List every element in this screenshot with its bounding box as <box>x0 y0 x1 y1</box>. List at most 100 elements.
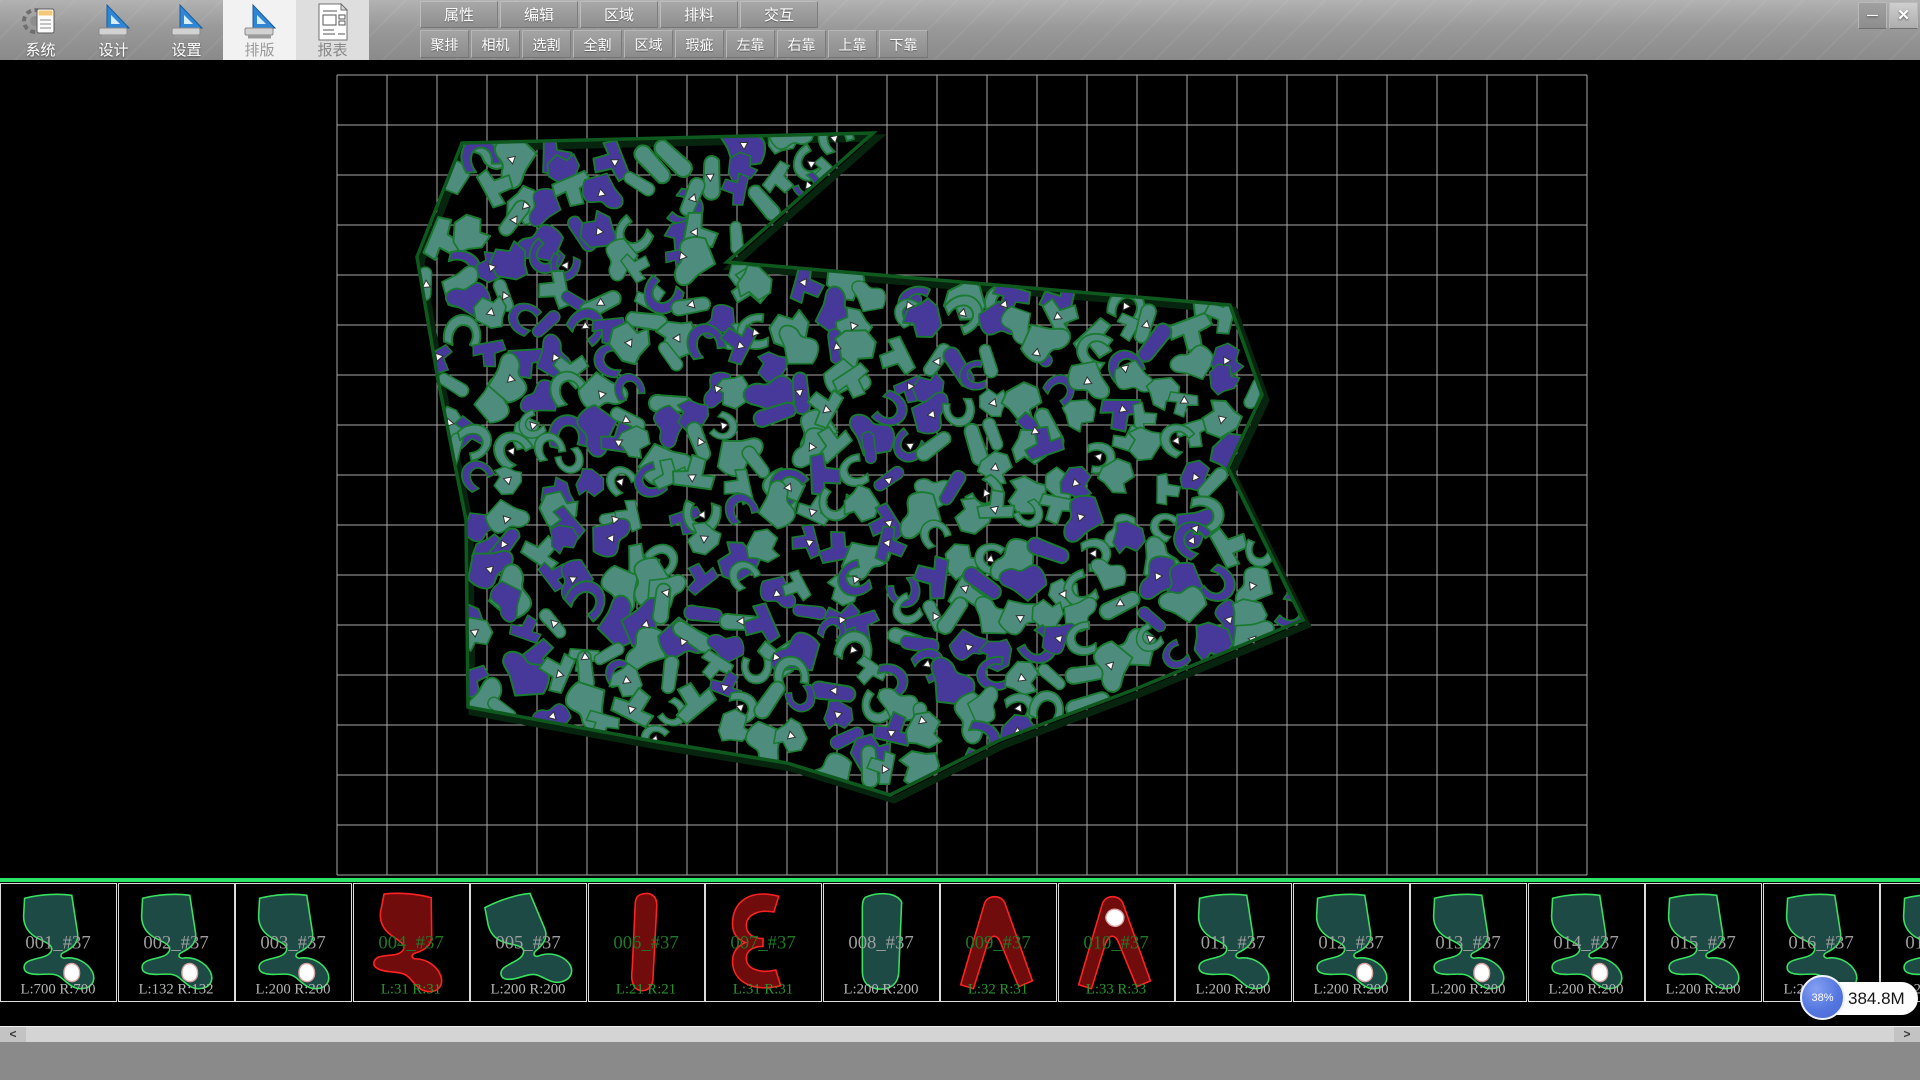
nesting-canvas-area <box>0 60 1920 878</box>
set-square-icon <box>239 2 281 42</box>
part-lr-info: L:21 R:21 <box>615 982 675 998</box>
part-thumbnail-007[interactable]: 007_#37 L:31 R:31 <box>705 883 822 1002</box>
part-shape-preview: 014_#37 L:200 R:200 <box>1529 884 1644 1001</box>
usage-percent-circle: 38% <box>1800 975 1845 1020</box>
part-thumbnail-006[interactable]: 006_#37 L:21 R:21 <box>588 883 705 1002</box>
launcher-button-label: 报表 <box>317 42 347 59</box>
part-name: 005_#37 <box>495 932 560 953</box>
launcher-button-1[interactable]: 系统 <box>4 0 77 60</box>
tool-button-4[interactable]: 全割 <box>573 30 622 58</box>
part-name: 011_#37 <box>1201 932 1266 953</box>
launcher-button-5[interactable]: 报表 <box>296 0 369 60</box>
strip-top-divider <box>0 878 1920 882</box>
menu-tab-2[interactable]: 编辑 <box>500 1 578 28</box>
tool-button-7[interactable]: 左靠 <box>726 30 775 58</box>
tool-button-6[interactable]: 瑕疵 <box>675 30 724 58</box>
part-name: 012_#37 <box>1318 932 1383 953</box>
part-thumbnail-005[interactable]: 005_#37 L:200 R:200 <box>470 883 587 1002</box>
part-lr-info: L:200 R:200 <box>1313 982 1388 998</box>
window-controls: ─ ✕ <box>1858 2 1918 29</box>
tool-button-3[interactable]: 选割 <box>522 30 571 58</box>
launcher-button-4[interactable]: 排版 <box>223 0 296 60</box>
part-lr-info: L:200 R:200 <box>491 982 566 998</box>
part-shape-preview: 010_#37L:33 R:33 <box>1059 884 1174 1001</box>
part-shape-preview: 007_#37 L:31 R:31 <box>706 884 821 1001</box>
set-square-icon <box>93 2 135 42</box>
gear-icon <box>20 2 62 42</box>
status-bar <box>0 1042 1920 1080</box>
part-shape-preview: 009_#37L:32 R:31 <box>941 884 1056 1001</box>
part-thumbnail-013[interactable]: 013_#37 L:200 R:200 <box>1410 883 1527 1002</box>
part-lr-info: L:200 R:200 <box>1548 982 1623 998</box>
part-shape-preview: 013_#37 L:200 R:200 <box>1411 884 1526 1001</box>
menu-tab-3[interactable]: 区域 <box>580 1 658 28</box>
menu-tab-1[interactable]: 属性 <box>420 1 498 28</box>
tool-button-9[interactable]: 上靠 <box>828 30 877 58</box>
part-name: 015_#37 <box>1670 932 1735 953</box>
part-name: 016_#37 <box>1788 932 1853 953</box>
tool-button-8[interactable]: 右靠 <box>777 30 826 58</box>
part-name: 006_#37 <box>613 932 678 953</box>
part-name: 008_#37 <box>848 932 913 953</box>
part-thumbnail-015[interactable]: 015_#37 L:200 R:200 <box>1645 883 1762 1002</box>
part-name: 013_#37 <box>1435 932 1500 953</box>
launcher-button-label: 设计 <box>98 42 128 59</box>
part-shape-preview: 015_#37 L:200 R:200 <box>1646 884 1761 1001</box>
menu-tab-4[interactable]: 排料 <box>660 1 738 28</box>
part-shape-preview: 008_#37 L:200 R:200 <box>824 884 939 1001</box>
tool-button-10[interactable]: 下靠 <box>879 30 928 58</box>
part-shape-preview: 001_#37L:700 R:700 <box>1 884 116 1001</box>
launcher-bar: 系统设计 设置 排版报表 <box>4 0 369 60</box>
part-thumbnail-012[interactable]: 012_#37 L:200 R:200 <box>1293 883 1410 1002</box>
part-thumbnail-002[interactable]: 002_#37 L:132 R:132 <box>118 883 235 1002</box>
part-lr-info: L:200 R:200 <box>1196 982 1271 998</box>
set-square-icon <box>166 2 208 42</box>
part-thumbnail-010[interactable]: 010_#37L:33 R:33 <box>1058 883 1175 1002</box>
minimize-button[interactable]: ─ <box>1858 2 1887 29</box>
tool-button-2[interactable]: 相机 <box>471 30 520 58</box>
part-thumbnail-003[interactable]: 003_#37 L:200 R:200 <box>235 883 352 1002</box>
part-shape-preview: 003_#37 L:200 R:200 <box>236 884 351 1001</box>
part-lr-info: L:200 R:200 <box>256 982 331 998</box>
part-name: 009_#37 <box>965 932 1030 953</box>
report-icon <box>312 2 354 42</box>
part-thumbnail-001[interactable]: 001_#37L:700 R:700 <box>0 883 117 1002</box>
part-name: 003_#37 <box>260 932 325 953</box>
scroll-left-button[interactable]: < <box>0 1027 26 1043</box>
part-thumbnail-004[interactable]: 004_#37L:31 R:31 <box>353 883 470 1002</box>
part-shape-preview: 002_#37 L:132 R:132 <box>119 884 234 1001</box>
part-thumbnail-011[interactable]: 011_#37 L:200 R:200 <box>1175 883 1292 1002</box>
nesting-canvas[interactable] <box>0 60 1920 878</box>
close-button[interactable]: ✕ <box>1889 2 1918 29</box>
part-lr-info: L:200 R:200 <box>843 982 918 998</box>
part-name: 017_#37 <box>1905 932 1920 953</box>
part-thumbnail-008[interactable]: 008_#37 L:200 R:200 <box>823 883 940 1002</box>
menu-tab-5[interactable]: 交互 <box>740 1 818 28</box>
part-name: 002_#37 <box>143 932 208 953</box>
part-shape-preview: 012_#37 L:200 R:200 <box>1294 884 1409 1001</box>
nested-pieces <box>415 109 1314 798</box>
horizontal-scrollbar[interactable]: < > <box>0 1026 1920 1042</box>
part-name: 007_#37 <box>730 932 795 953</box>
part-thumbnail-list: 001_#37L:700 R:700 002_#37 L:132 R:132 003_… <box>0 883 1920 1004</box>
launcher-button-label: 设置 <box>171 42 201 59</box>
launcher-button-2[interactable]: 设计 <box>77 0 150 60</box>
tool-button-5[interactable]: 区域 <box>624 30 673 58</box>
menu-tab-bar: 属性编辑区域排料交互 <box>420 1 818 29</box>
part-thumbnail-strip: 001_#37L:700 R:700 002_#37 L:132 R:132 003_… <box>0 878 1920 1004</box>
part-thumbnail-009[interactable]: 009_#37L:32 R:31 <box>940 883 1057 1002</box>
tool-button-1[interactable]: 聚排 <box>420 30 469 58</box>
launcher-button-3[interactable]: 设置 <box>150 0 223 60</box>
memory-usage-badge[interactable]: 384.8M 38% <box>1800 975 1920 1022</box>
part-name: 014_#37 <box>1553 932 1618 953</box>
part-lr-info: L:132 R:132 <box>138 982 213 998</box>
part-lr-info: L:200 R:200 <box>1666 982 1741 998</box>
scroll-right-button[interactable]: > <box>1894 1027 1920 1043</box>
memory-value: 384.8M <box>1848 982 1905 1015</box>
part-shape-preview: 011_#37 L:200 R:200 <box>1176 884 1291 1001</box>
part-thumbnail-014[interactable]: 014_#37 L:200 R:200 <box>1528 883 1645 1002</box>
part-lr-info: L:31 R:31 <box>380 982 440 998</box>
part-name: 010_#37 <box>1083 932 1148 953</box>
part-lr-info: L:200 R:200 <box>1431 982 1506 998</box>
part-lr-info: L:31 R:31 <box>733 982 793 998</box>
